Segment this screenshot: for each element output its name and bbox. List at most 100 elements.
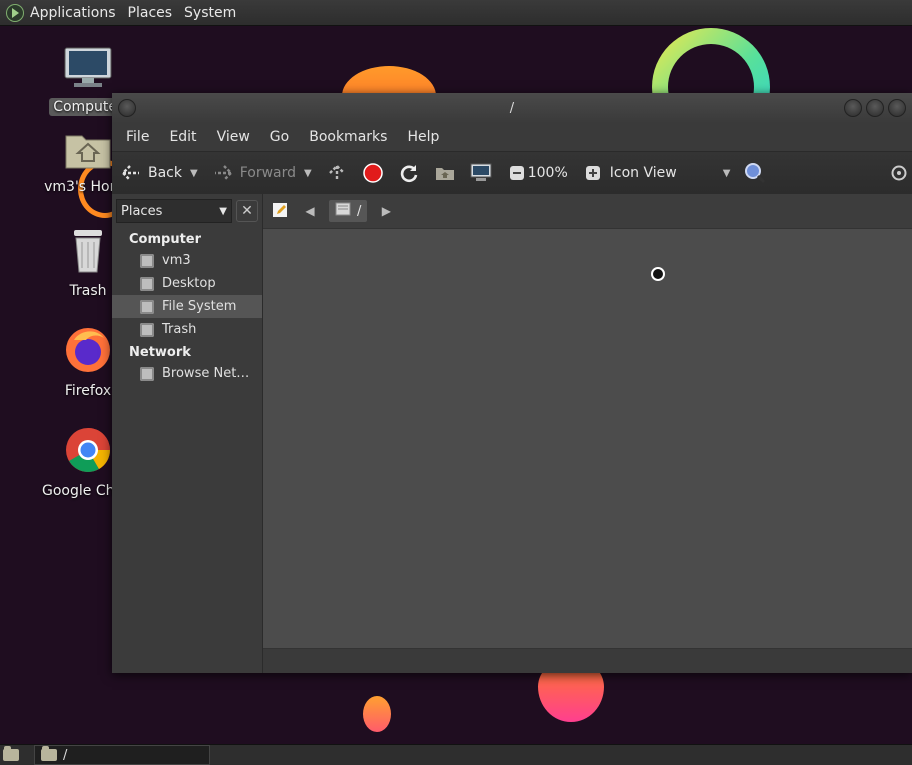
computer-button[interactable]	[470, 162, 492, 184]
minimize-button[interactable]	[844, 99, 862, 117]
wallpaper-drop	[363, 696, 391, 732]
throbber	[888, 162, 910, 184]
network-icon	[140, 366, 154, 381]
forward-arrow-icon	[212, 162, 234, 184]
system-menu[interactable]: System	[178, 0, 242, 25]
sidebar-item-browse-network[interactable]: Browse Net…	[112, 362, 262, 385]
forward-label: Forward	[239, 165, 297, 181]
top-panel: Applications Places System	[0, 0, 912, 26]
path-scroll-left-button[interactable]: ◀	[299, 200, 321, 222]
chevron-down-icon: ▼	[219, 205, 227, 217]
sidebar-item-label: Browse Net…	[162, 366, 250, 381]
sidebar-category-computer: Computer	[129, 232, 202, 247]
menubar: File Edit View Go Bookmarks Help	[112, 123, 912, 151]
menu-view[interactable]: View	[207, 129, 260, 145]
path-bar: ◀ / ▶	[263, 194, 912, 229]
home-folder-icon	[140, 253, 154, 268]
search-icon	[744, 162, 766, 184]
sidebar-item-label: Trash	[162, 322, 197, 337]
applications-menu[interactable]: Applications	[0, 0, 122, 25]
show-desktop-icon	[3, 746, 19, 761]
sidebar-item-vm3[interactable]: vm3	[112, 249, 262, 272]
file-view-area[interactable]	[263, 229, 912, 648]
maximize-button[interactable]	[866, 99, 884, 117]
trash-icon	[140, 322, 154, 337]
window-title: /	[509, 100, 515, 116]
throbber-icon	[888, 162, 910, 184]
window-body: Places ▼ ✕ Computer vm3 Desktop File Sys…	[112, 194, 912, 673]
close-button[interactable]	[888, 99, 906, 117]
forward-button[interactable]: Forward ▼	[212, 162, 312, 184]
path-scroll-right-button[interactable]: ▶	[375, 200, 397, 222]
up-arrow-icon	[326, 162, 348, 184]
close-icon: ✕	[241, 203, 253, 219]
sidebar-item-label: Desktop	[162, 276, 216, 291]
sidebar-item-desktop[interactable]: Desktop	[112, 272, 262, 295]
sidebar-header: Places ▼ ✕	[112, 194, 262, 228]
window-menu-button[interactable]	[118, 99, 136, 117]
status-bar	[263, 648, 912, 673]
up-button[interactable]	[326, 162, 348, 184]
places-menu-label: Places	[127, 4, 173, 21]
reload-icon	[398, 162, 420, 184]
forward-dropdown-icon[interactable]: ▼	[304, 168, 312, 179]
computer-icon	[470, 162, 492, 184]
view-mode-label[interactable]: Icon View	[610, 165, 677, 181]
desktop-label-firefox: Firefox	[64, 383, 112, 399]
stop-button[interactable]	[362, 162, 384, 184]
zoom-in-icon	[582, 162, 604, 184]
window-titlebar[interactable]: /	[112, 93, 912, 123]
menu-go[interactable]: Go	[260, 129, 299, 145]
sidebar-type-selector[interactable]: Places ▼	[116, 199, 232, 223]
sidebar: Places ▼ ✕ Computer vm3 Desktop File Sys…	[112, 194, 263, 673]
drive-icon	[335, 202, 351, 220]
sidebar-type-label: Places	[121, 203, 163, 219]
stop-icon	[362, 162, 384, 184]
search-button[interactable]	[744, 162, 766, 184]
chevron-right-icon: ▶	[381, 204, 391, 218]
sidebar-item-file-system[interactable]: File System	[112, 295, 262, 318]
chevron-left-icon: ◀	[305, 204, 315, 218]
file-manager-window: / File Edit View Go Bookmarks Help Back …	[112, 93, 912, 673]
back-arrow-icon	[120, 162, 142, 184]
desktop-label-trash: Trash	[69, 283, 107, 299]
zoom-out-button[interactable]: 100%	[506, 162, 568, 184]
main-pane: ◀ / ▶	[263, 194, 912, 673]
taskbar-item-label: /	[63, 747, 68, 763]
show-desktop-button[interactable]	[0, 746, 22, 764]
taskbar-item[interactable]: /	[34, 745, 210, 765]
zoom-out-icon	[506, 162, 528, 184]
toggle-location-button[interactable]	[269, 200, 291, 222]
sidebar-item-label: File System	[162, 299, 237, 314]
view-mode-dropdown-icon[interactable]: ▼	[723, 168, 731, 179]
bottom-panel: /	[0, 744, 912, 765]
path-crumb-label: /	[357, 203, 362, 219]
busy-cursor-icon	[651, 267, 665, 281]
drive-icon	[140, 299, 154, 314]
zoom-in-button[interactable]: Icon View ▼	[582, 162, 731, 184]
menu-edit[interactable]: Edit	[159, 129, 206, 145]
places-menu[interactable]: Places	[122, 0, 179, 25]
distro-logo-icon	[6, 3, 24, 22]
sidebar-item-label: vm3	[162, 253, 191, 268]
menu-help[interactable]: Help	[397, 129, 449, 145]
sidebar-item-trash[interactable]: Trash	[112, 318, 262, 341]
applications-menu-label: Applications	[30, 4, 116, 21]
menu-bookmarks[interactable]: Bookmarks	[299, 129, 397, 145]
home-folder-icon	[434, 162, 456, 184]
desktop-folder-icon	[140, 276, 154, 291]
folder-icon	[41, 746, 57, 761]
reload-button[interactable]	[398, 162, 420, 184]
sidebar-close-button[interactable]: ✕	[236, 200, 258, 222]
menu-file[interactable]: File	[116, 129, 159, 145]
system-menu-label: System	[184, 4, 237, 21]
back-dropdown-icon[interactable]: ▼	[190, 168, 198, 179]
path-crumb-root[interactable]: /	[329, 200, 368, 222]
home-button[interactable]	[434, 162, 456, 184]
edit-icon	[272, 202, 288, 221]
toolbar: Back ▼ Forward ▼ 100% Icon View ▼	[112, 151, 912, 195]
computer-icon	[38, 46, 138, 94]
back-label: Back	[148, 165, 182, 181]
sidebar-category-network: Network	[129, 345, 191, 360]
back-button[interactable]: Back ▼	[120, 162, 198, 184]
